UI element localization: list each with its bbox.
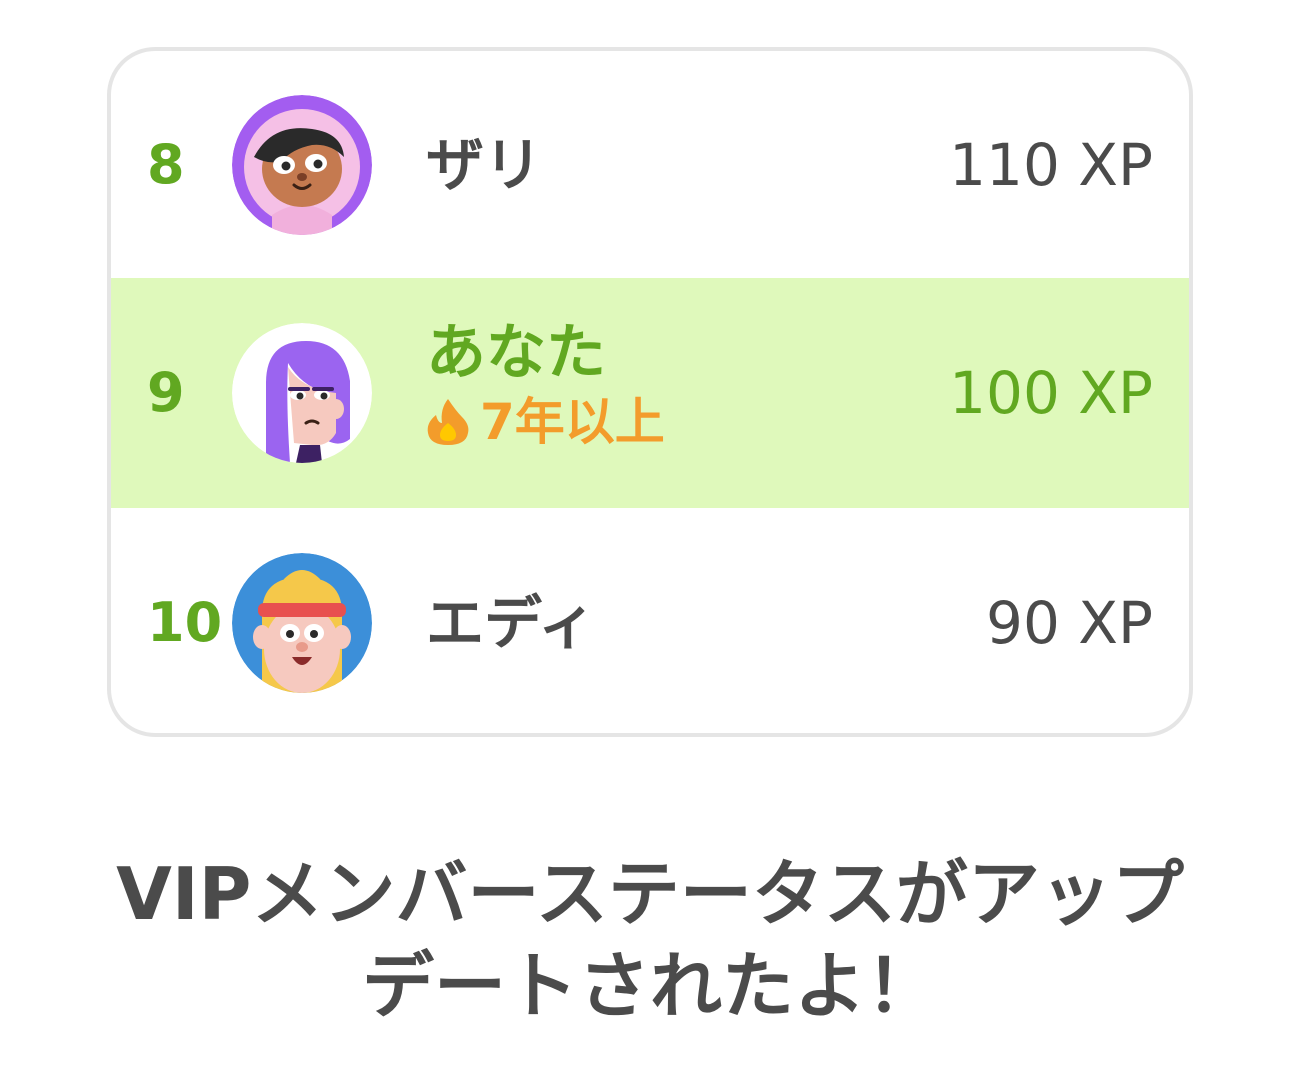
user-avatar-icon[interactable] [232, 323, 372, 463]
headline-line-1: VIPメンバーステータスがアップ [116, 852, 1184, 936]
current-user-info: あなた 7年以上 [426, 323, 665, 447]
streak-badge: 7年以上 [426, 397, 665, 447]
xp-value: 100 XP [949, 359, 1153, 427]
rank-number: 9 [147, 361, 185, 424]
xp-value: 110 XP [949, 130, 1153, 199]
user-name: ザリ [426, 130, 543, 199]
xp-value: 90 XP [986, 588, 1153, 657]
leaderboard-card: 8 ザリ 110 XP 9 あなた 7年以上 100 XP 10 エディ 90 … [107, 47, 1193, 737]
flame-icon [427, 399, 469, 445]
rank-number: 10 [147, 590, 223, 654]
streak-text: 7年以上 [480, 393, 665, 451]
headline-message: VIPメンバーステータスがアップ デートされたよ！ [0, 848, 1300, 1032]
headline-line-2: デートされたよ！ [361, 944, 938, 1028]
rank-number: 8 [147, 132, 185, 196]
leaderboard-row[interactable]: 10 エディ 90 XP [111, 508, 1189, 733]
user-name: あなた [426, 318, 606, 388]
zari-avatar-icon[interactable] [232, 94, 372, 235]
user-name: エディ [426, 588, 596, 657]
leaderboard-row-current-user[interactable]: 9 あなた 7年以上 100 XP [111, 278, 1189, 508]
leaderboard-row[interactable]: 8 ザリ 110 XP [111, 51, 1189, 278]
eddy-avatar-icon[interactable] [232, 552, 372, 693]
